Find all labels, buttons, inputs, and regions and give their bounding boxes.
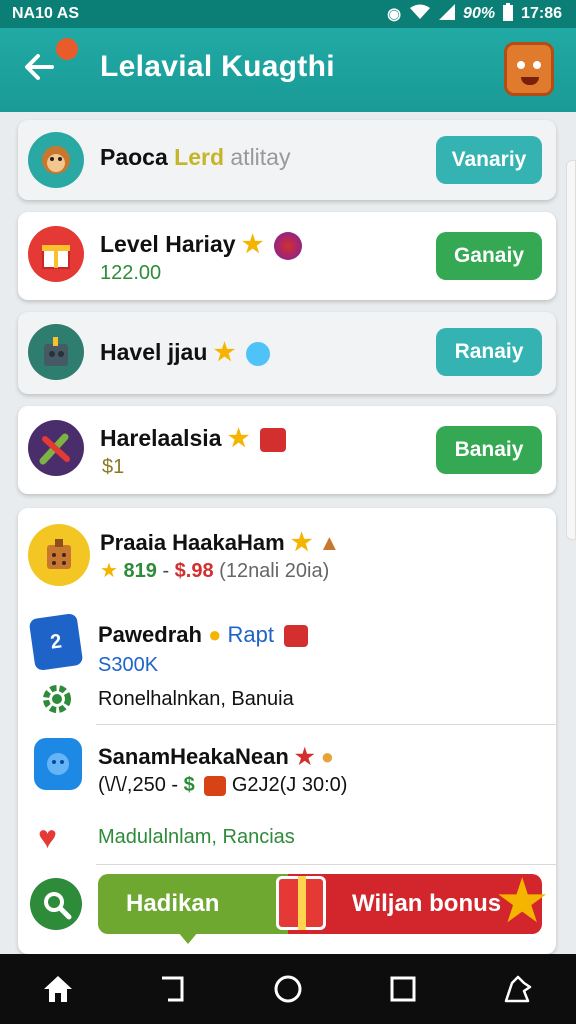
card-subtitle: $1 [102, 456, 125, 478]
notification-badge-icon [56, 38, 78, 60]
list-item-meta: (\/\/,250 - $ G2J2(J 30:0) [98, 774, 348, 796]
list-card-1[interactable]: Paoca Lerd atlitay Vanariy [18, 120, 556, 200]
list-item-subtitle: S300K [98, 654, 159, 676]
status-icons: ◉ 90% 17:86 [387, 2, 562, 26]
list-item-title: Praaia HaakaHam ★ ▲ [100, 529, 341, 556]
back-square-icon[interactable] [153, 969, 193, 1009]
mascot-avatar-icon[interactable] [504, 42, 554, 96]
star-icon: ★ [290, 529, 313, 556]
card-title: Havel jjau ★ [100, 338, 270, 367]
card-title: Harelaalsia ★ [100, 424, 286, 453]
search-icon[interactable] [30, 878, 82, 930]
shield-icon [34, 738, 82, 790]
banaiy-button[interactable]: Banaiy [436, 426, 542, 474]
gear-icon [40, 682, 74, 716]
star-icon: ★ [213, 339, 236, 366]
page-title: Lelavial Kuagthi [100, 50, 335, 83]
battery-percent: 90% [463, 5, 496, 22]
signal-icon [439, 3, 456, 25]
badge-icon [273, 231, 302, 260]
gift-box-icon [28, 226, 84, 282]
status-bar: NA10 AS ◉ 90% 17:86 [0, 0, 576, 28]
divider [96, 864, 556, 865]
cake-icon: ▲ [318, 530, 341, 555]
gift-icon [284, 625, 309, 648]
badge-icon [204, 775, 227, 796]
sync-icon: ◉ [387, 6, 402, 23]
crate-icon [28, 524, 90, 586]
carrier-label: NA10 AS [12, 5, 79, 22]
card-title: Paoca Lerd atlitay [100, 144, 291, 170]
book-icon: 2 [28, 612, 84, 672]
list-item-title: SanamHeakaNean ★ ● [98, 744, 335, 769]
gift-icon [276, 876, 326, 930]
star-icon: ★ [227, 425, 250, 452]
list-item-meta: ★ 819 - $.98 (12nali 20ia) [100, 560, 330, 582]
clock: 17:86 [521, 5, 562, 22]
accessibility-icon[interactable] [498, 969, 538, 1009]
tools-icon [28, 420, 84, 476]
star-icon: ★ [494, 867, 550, 936]
app-bar: Lelavial Kuagthi [0, 28, 576, 112]
battery-icon [503, 2, 514, 26]
vanariy-button[interactable]: Vanariy [436, 136, 542, 184]
smile-icon: ● [320, 744, 335, 769]
card-title: Level Hariay ★ [100, 230, 302, 260]
monkey-avatar-icon [28, 132, 84, 188]
promo-banner[interactable]: Hadikan Wiljan bonus ★ [98, 870, 550, 934]
promo-pointer [178, 932, 198, 944]
smile-icon: ● [208, 622, 222, 647]
list-item-title: Pawedrah ● Rapt [98, 622, 309, 648]
star-icon: ★ [241, 231, 264, 258]
scroll-handle[interactable] [566, 160, 576, 540]
card-subtitle: 122.00 [100, 262, 162, 284]
list-card-3[interactable]: Havel jjau ★ Ranaiy [18, 312, 556, 394]
heart-icon: ♥ [38, 819, 57, 855]
info-badge-icon [245, 341, 270, 366]
home-circle-icon[interactable] [268, 969, 308, 1009]
badge-icon [259, 427, 286, 452]
robot-box-icon [28, 324, 84, 380]
list-item-title: Madulalnlam, Rancias [98, 826, 295, 848]
list-item-title: Ronelhalnkan, Banuia [98, 688, 294, 710]
recents-icon[interactable] [383, 969, 423, 1009]
back-arrow-icon[interactable] [22, 50, 62, 90]
wifi-icon [409, 4, 431, 25]
list-card-4[interactable]: Harelaalsia ★ $1 Banaiy [18, 406, 556, 494]
divider [96, 724, 556, 725]
star-icon: ★ [100, 560, 118, 582]
system-nav-bar [0, 954, 576, 1024]
list-card-2[interactable]: Level Hariay ★ 122.00 Ganaiy [18, 212, 556, 300]
promo-left-button[interactable]: Hadikan [98, 874, 288, 934]
ranaiy-button[interactable]: Ranaiy [436, 328, 542, 376]
home-icon[interactable] [38, 969, 78, 1009]
ganaiy-button[interactable]: Ganaiy [436, 232, 542, 280]
star-icon: ★ [294, 744, 315, 769]
